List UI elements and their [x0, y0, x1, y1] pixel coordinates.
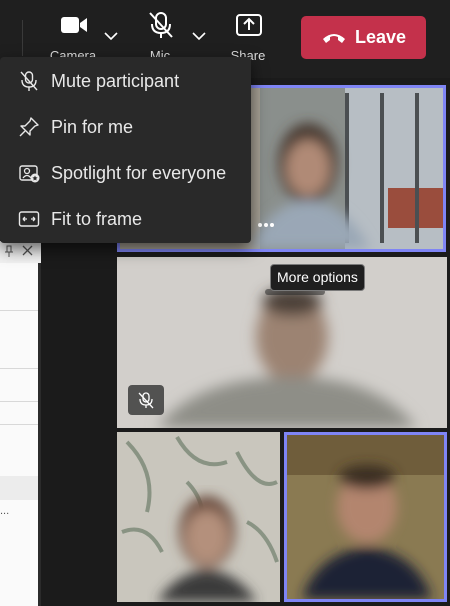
more-options-tooltip: More options	[270, 264, 365, 291]
toolbar-divider	[22, 20, 23, 56]
mic-off-icon	[20, 71, 38, 91]
pin-icon[interactable]	[4, 245, 14, 257]
share-screen-icon	[236, 14, 262, 36]
mic-off-icon	[149, 12, 173, 38]
divider	[0, 401, 38, 402]
mic-off-icon	[138, 392, 154, 409]
menu-item-spotlight[interactable]: Spotlight for everyone	[0, 150, 251, 196]
video-tile-participant-3[interactable]	[117, 432, 280, 602]
hang-up-icon	[322, 33, 345, 43]
divider	[0, 424, 38, 425]
spotlight-icon	[19, 165, 40, 183]
more-options-icon[interactable]	[253, 217, 279, 233]
close-icon[interactable]	[22, 245, 33, 256]
divider	[0, 368, 38, 369]
side-panel-content	[0, 263, 38, 606]
video-camera-icon	[61, 17, 87, 33]
menu-item-pin-for-me[interactable]: Pin for me	[0, 104, 251, 150]
menu-item-label: Spotlight for everyone	[51, 162, 227, 183]
menu-item-label: Fit to frame	[51, 208, 143, 229]
video-tile-participant-4[interactable]	[284, 432, 447, 602]
fit-to-frame-icon	[18, 211, 40, 227]
leave-label: Leave	[354, 27, 407, 47]
leave-button[interactable]: Leave	[301, 16, 426, 59]
menu-item-label: Mute participant	[51, 70, 180, 91]
video-feed	[287, 435, 444, 599]
pin-icon	[19, 117, 39, 137]
divider	[0, 310, 38, 311]
participant-muted-badge	[128, 385, 164, 415]
menu-item-mute-participant[interactable]: Mute participant	[0, 58, 251, 104]
ellipsis-text: ...	[0, 505, 10, 517]
video-feed	[117, 432, 280, 602]
mic-options-chevron-icon[interactable]	[191, 30, 207, 42]
side-panel-row	[0, 476, 38, 500]
participant-context-menu: Mute participant Pin for me Spotlight fo…	[0, 57, 251, 243]
menu-item-label: Pin for me	[51, 116, 134, 137]
menu-item-fit-to-frame[interactable]: Fit to frame	[0, 196, 251, 242]
camera-options-chevron-icon[interactable]	[103, 30, 119, 42]
